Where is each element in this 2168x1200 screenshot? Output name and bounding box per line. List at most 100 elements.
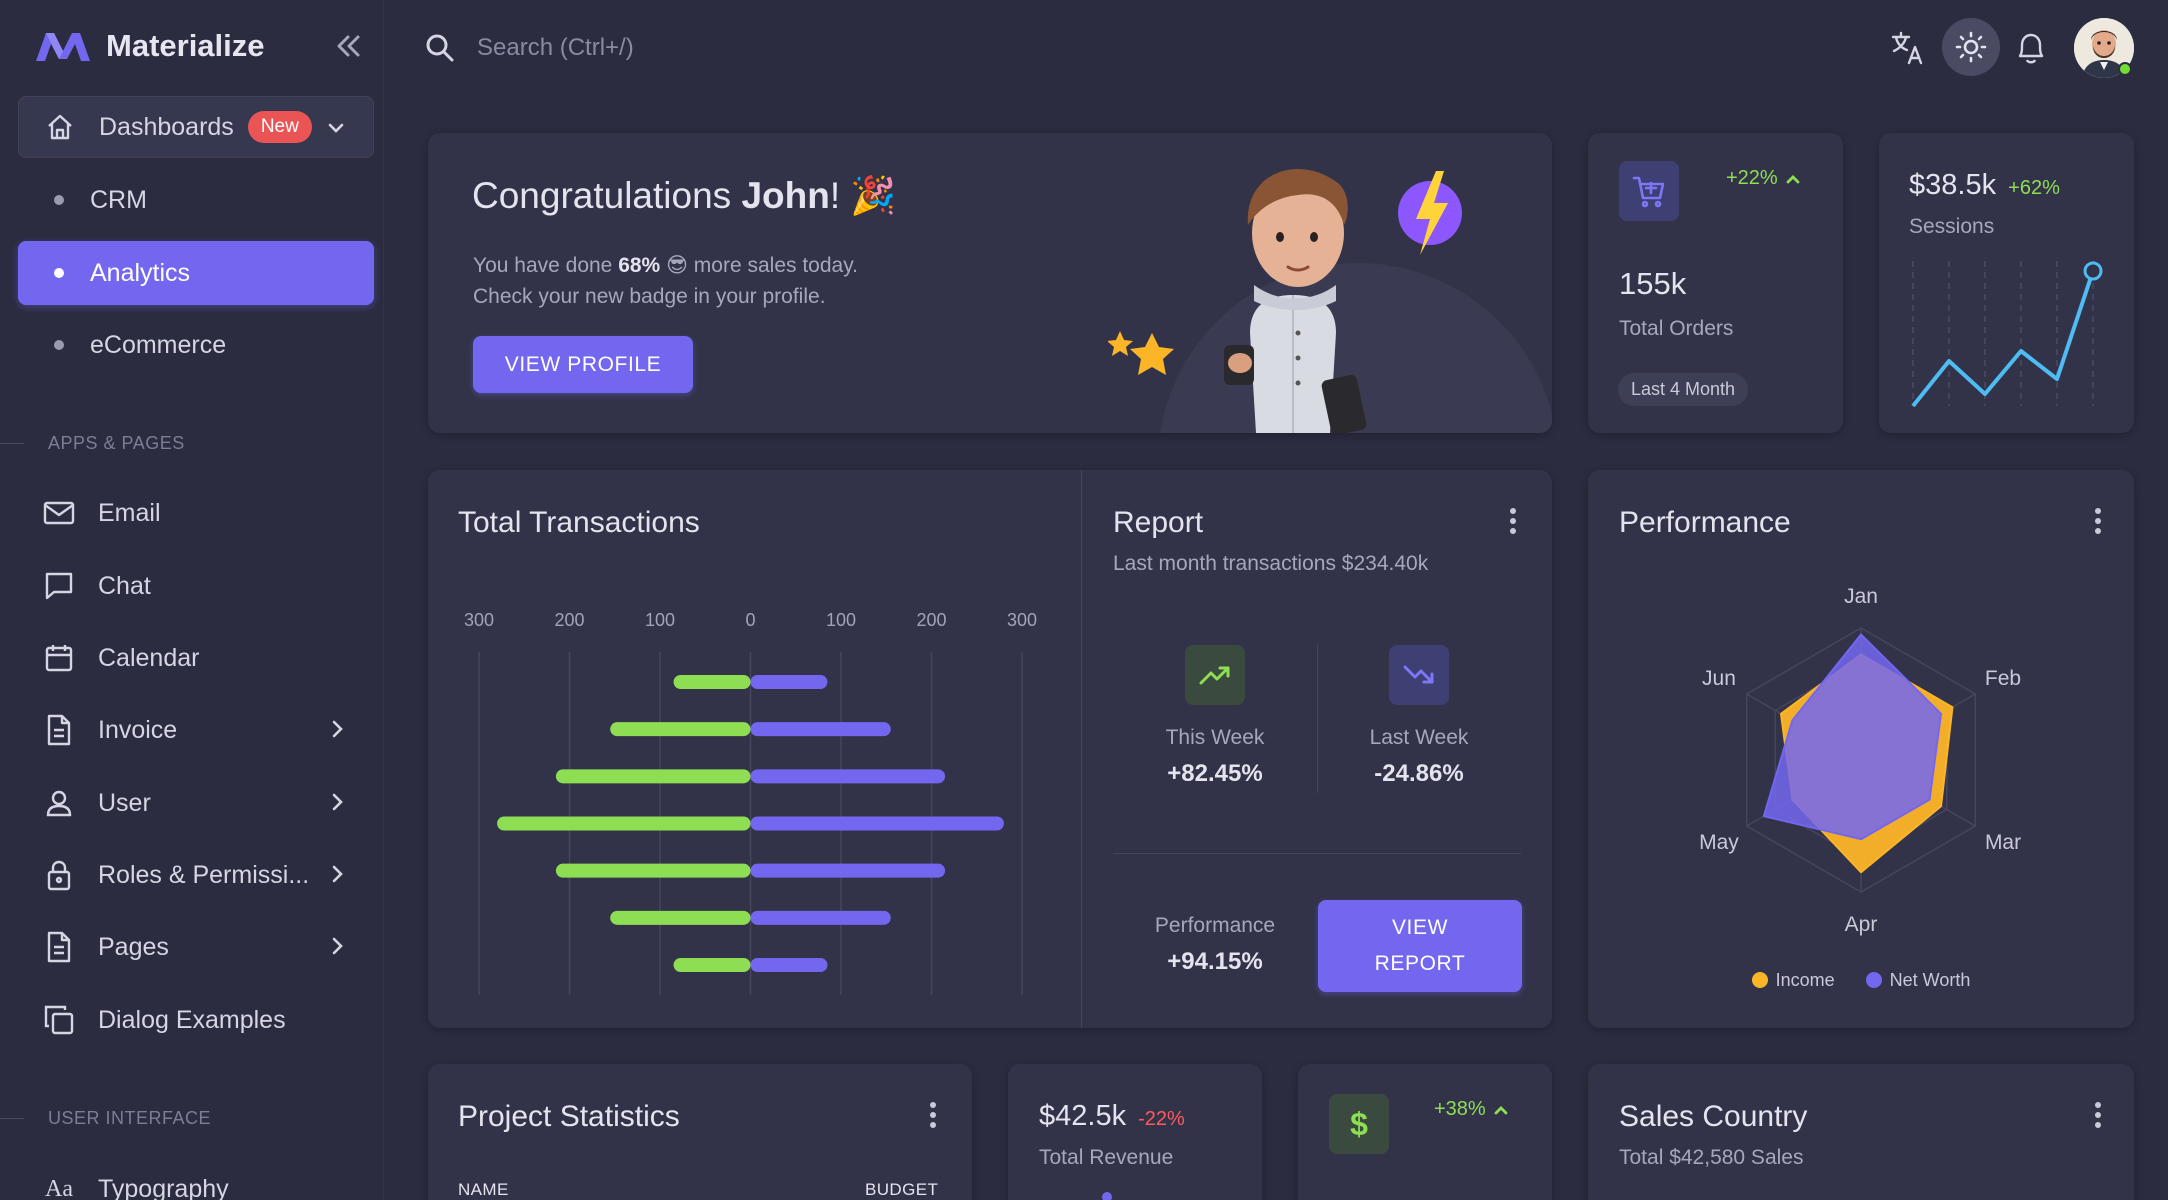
project-statistics-card: Project Statistics NAME BUDGET	[428, 1064, 972, 1200]
sidebar-item-dialog-examples[interactable]: Dialog Examples	[18, 989, 374, 1051]
sidebar-item-ecommerce[interactable]: eCommerce	[18, 314, 374, 376]
legend-item-income: Income	[1751, 970, 1835, 990]
cart-plus-icon	[1632, 176, 1665, 208]
sidebar-item-label: Pages	[98, 932, 169, 961]
bell-icon[interactable]	[2014, 30, 2048, 66]
report-title: Report	[1113, 506, 1204, 539]
performance-label: Performance	[1154, 914, 1276, 937]
chevron-up-icon	[1786, 174, 1800, 183]
this-week-label: This Week	[1165, 726, 1265, 749]
chevron-up-icon	[1494, 1105, 1508, 1114]
sidebar-item-label: User	[98, 788, 151, 817]
revenue-change: -22%	[1138, 1108, 1185, 1130]
transaction-bar	[750, 910, 891, 925]
sidebar-item-label: Dialog Examples	[98, 1005, 286, 1034]
revenue-label: Total Revenue	[1039, 1146, 1174, 1169]
legend-dot	[1751, 972, 1768, 988]
congrats-message: You have done 68% 😎 more sales today. Ch…	[473, 254, 858, 308]
last-week-label: Last Week	[1369, 726, 1469, 749]
performance-value: +94.15%	[1167, 948, 1263, 975]
orders-change: +22%	[1726, 167, 1802, 190]
radar-axis-label: Jan	[1844, 585, 1878, 608]
sessions-line-chart	[1911, 261, 2103, 408]
chevron-right-icon	[326, 934, 348, 958]
orders-value: 155k	[1619, 266, 1687, 301]
legend-item-net-worth: Net Worth	[1865, 970, 1970, 990]
sidebar-item-invoice[interactable]: Invoice	[18, 699, 374, 761]
transaction-bar	[750, 816, 1004, 831]
chevron-right-icon	[326, 862, 348, 886]
sales-country-subtitle: Total $42,580 Sales	[1619, 1146, 1804, 1169]
collapse-sidebar-button[interactable]	[334, 32, 362, 60]
sidebar-item-calendar[interactable]: Calendar	[18, 627, 374, 689]
translate-icon[interactable]	[1890, 30, 1926, 66]
transaction-bar	[673, 958, 751, 972]
total-orders-card: +22% 155k Total Orders Last 4 Month	[1588, 133, 1843, 433]
sidebar-item-crm[interactable]: CRM	[18, 169, 374, 231]
transaction-bar	[750, 675, 828, 689]
congratulations-card: Congratulations John! 🎉 You have done 68…	[428, 133, 1552, 433]
divider	[1113, 853, 1521, 854]
transaction-bar	[750, 769, 946, 784]
bullet-icon	[54, 268, 64, 278]
trending-up-icon	[1199, 666, 1230, 685]
radar-axis-label: Jun	[1702, 667, 1736, 690]
project-statistics-menu-button[interactable]	[928, 1100, 938, 1130]
more-vertical-icon	[1510, 508, 1516, 534]
brand-name: Materialize	[106, 28, 265, 63]
sidebar-item-label: Analytics	[90, 258, 191, 287]
radar-axis-label: Apr	[1845, 913, 1878, 936]
sessions-label: Sessions	[1909, 215, 1995, 238]
sidebar-item-typography[interactable]: Aa Typography	[18, 1158, 374, 1200]
sales-country-menu-button[interactable]	[2093, 1100, 2103, 1130]
view-report-button[interactable]: VIEW REPORT	[1318, 900, 1522, 992]
trend-up-icon-box	[1185, 645, 1245, 705]
transaction-bar	[497, 816, 751, 831]
sidebar-item-dashboards[interactable]: Dashboards New	[18, 96, 374, 158]
sidebar-item-chat[interactable]: Chat	[18, 555, 374, 617]
profit-card: $ +38%	[1298, 1064, 1552, 1200]
chart-point	[1102, 1192, 1112, 1200]
search-icon[interactable]	[424, 32, 456, 64]
legend-dot	[1865, 972, 1882, 988]
chat-icon	[42, 569, 76, 603]
sidebar-item-label: Roles & Permissi...	[98, 860, 310, 889]
more-vertical-icon	[2095, 1102, 2101, 1128]
trending-down-icon	[1403, 665, 1434, 684]
sidebar-item-pages[interactable]: Pages	[18, 916, 374, 978]
performance-menu-button[interactable]	[2093, 506, 2103, 536]
logo-icon	[36, 33, 90, 61]
mail-icon	[42, 496, 76, 530]
star-icon	[1130, 333, 1174, 375]
theme-toggle-button[interactable]	[1942, 18, 2000, 76]
sidebar-item-email[interactable]: Email	[18, 482, 374, 544]
brand[interactable]: Materialize	[34, 28, 265, 64]
search-input[interactable]: Search (Ctrl+/)	[477, 34, 634, 62]
transaction-bar	[555, 769, 751, 784]
chevron-right-icon	[326, 790, 348, 814]
view-profile-button[interactable]: VIEW PROFILE	[473, 336, 693, 393]
copy-icon	[42, 1003, 76, 1037]
sun-icon	[1955, 31, 1987, 63]
radar-axis-label: Feb	[1985, 667, 2021, 690]
sidebar-item-user[interactable]: User	[18, 772, 374, 834]
congrats-title: Congratulations John! 🎉	[472, 175, 897, 216]
sidebar-item-roles-permissions[interactable]: Roles & Permissi...	[18, 844, 374, 906]
profit-change: +38%	[1434, 1098, 1510, 1121]
transaction-bar	[750, 958, 828, 972]
total-revenue-card: $42.5k -22% Total Revenue	[1008, 1064, 1262, 1200]
star-icon	[1108, 331, 1133, 356]
sidebar-item-label: Calendar	[98, 643, 200, 672]
period-chip: Last 4 Month	[1618, 373, 1749, 406]
transactions-chart	[478, 652, 1023, 995]
sidebar-item-analytics[interactable]: Analytics	[18, 241, 374, 305]
radar-axis-label: May	[1699, 831, 1739, 854]
online-status-dot	[2118, 62, 2132, 76]
report-menu-button[interactable]	[1508, 506, 1518, 536]
sidebar-item-label: Email	[98, 498, 161, 527]
sessions-card: $38.5k +62% Sessions	[1879, 133, 2134, 433]
radar-axis-label: Mar	[1985, 831, 2021, 854]
report-subtitle: Last month transactions $234.40k	[1113, 552, 1429, 575]
divider	[0, 443, 24, 444]
revenue-value: $42.5k	[1039, 1100, 1127, 1132]
